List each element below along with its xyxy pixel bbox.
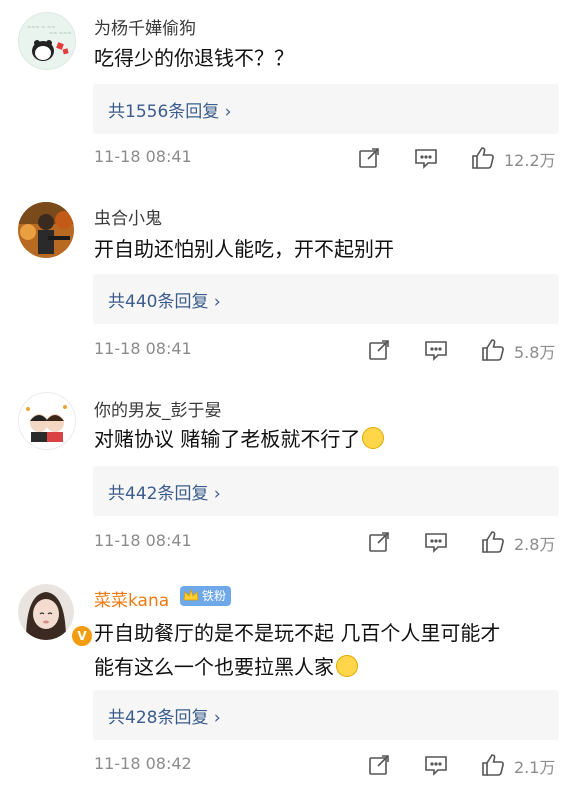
like-icon[interactable] — [470, 145, 496, 171]
username[interactable]: 你的男友_彭于晏 — [94, 396, 222, 421]
like-icon[interactable] — [480, 529, 506, 555]
doge-emoji-icon — [362, 427, 385, 449]
comment-meta: 11-18 08:41 5.8万 — [94, 335, 560, 365]
comment-text: 吃得少的你退钱不？？ — [94, 46, 294, 70]
replies-link[interactable]: 共1556条回复 › — [108, 97, 231, 122]
comment-icon[interactable] — [423, 529, 449, 555]
username[interactable]: 为杨千嬅偷狗 — [94, 14, 196, 39]
comment-text: 开自助餐厅的是不是玩不起 几百个人里可能才 能有这么一个也要拉黑人家 — [94, 621, 501, 679]
username[interactable]: 菜菜kana — [94, 586, 169, 611]
share-icon[interactable] — [366, 337, 392, 363]
avatar[interactable]: V — [18, 584, 94, 648]
like-count: 5.8万 — [514, 343, 556, 362]
timestamp: 11-18 08:41 — [94, 339, 192, 358]
fan-badge[interactable]: 铁粉 — [180, 586, 232, 606]
like-icon[interactable] — [480, 337, 506, 363]
share-icon[interactable] — [366, 529, 392, 555]
replies-link[interactable]: 共442条回复 › — [108, 479, 221, 504]
avatar[interactable]: ~~~ ~ ~~ ~~ ~~~ — [18, 12, 76, 70]
like-icon[interactable] — [480, 752, 506, 778]
timestamp: 11-18 08:41 — [94, 147, 192, 166]
replies-box[interactable]: 共442条回复 › — [93, 466, 559, 516]
comment-meta: 11-18 08:41 12.2万 — [94, 143, 560, 173]
svg-text:~~ ~~~: ~~ ~~~ — [49, 31, 72, 37]
comment-meta: 11-18 08:41 2.8万 — [94, 527, 560, 557]
like-count: 12.2万 — [504, 151, 556, 170]
grin-emoji-icon — [336, 655, 358, 677]
verified-badge-icon: V — [70, 624, 94, 648]
replies-box[interactable]: 共440条回复 › — [93, 274, 559, 324]
avatar[interactable] — [18, 392, 76, 450]
comment-text: 开自助还怕别人能吃，开不起别开 — [94, 237, 394, 261]
replies-link[interactable]: 共428条回复 › — [108, 703, 221, 728]
replies-box[interactable]: 共428条回复 › — [93, 690, 559, 740]
crown-icon — [183, 588, 199, 601]
comment-text: 对赌协议 赌输了老板就不行了 — [94, 422, 564, 456]
comment-icon[interactable] — [423, 337, 449, 363]
comment-meta: 11-18 08:42 2.1万 — [94, 750, 560, 780]
replies-box[interactable]: 共1556条回复 › — [93, 84, 559, 134]
like-count: 2.8万 — [514, 535, 556, 554]
username[interactable]: 虫合小鬼 — [94, 204, 162, 229]
comment-icon[interactable] — [413, 145, 439, 171]
share-icon[interactable] — [366, 752, 392, 778]
share-icon[interactable] — [356, 145, 382, 171]
like-count: 2.1万 — [514, 758, 556, 777]
comment-icon[interactable] — [423, 752, 449, 778]
timestamp: 11-18 08:42 — [94, 754, 192, 773]
avatar[interactable] — [18, 202, 74, 258]
timestamp: 11-18 08:41 — [94, 531, 192, 550]
replies-link[interactable]: 共440条回复 › — [108, 287, 221, 312]
